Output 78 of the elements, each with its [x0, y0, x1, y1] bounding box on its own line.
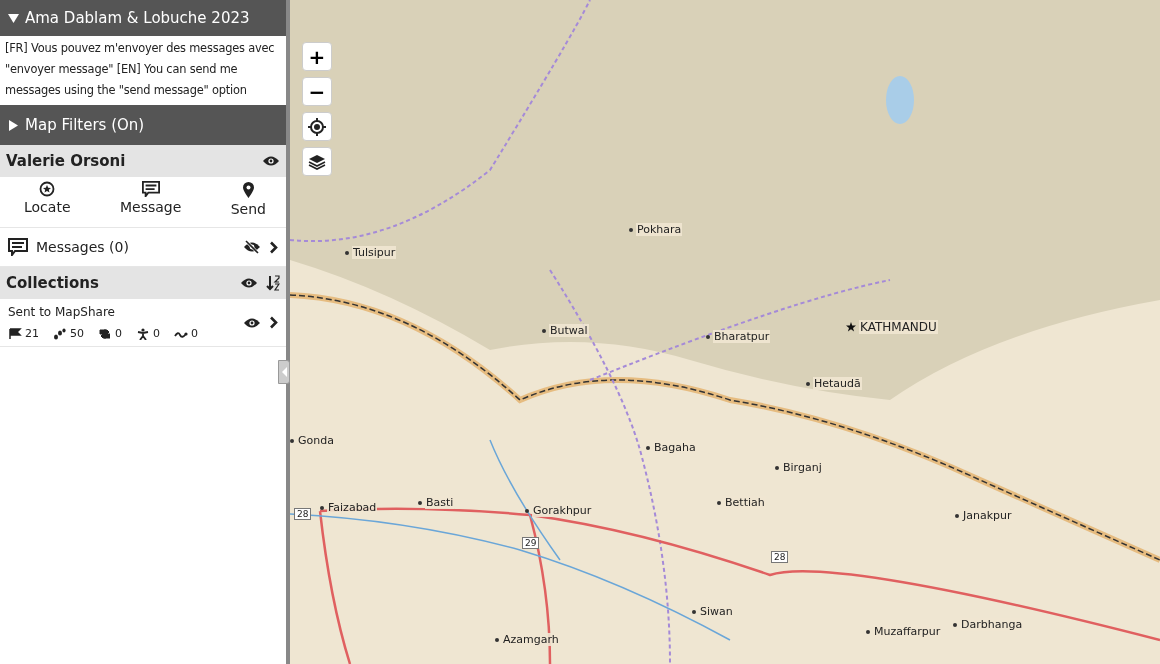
town-dot-icon: [706, 334, 710, 339]
map-filters-header[interactable]: Map Filters (On): [0, 105, 286, 145]
trip-header[interactable]: Ama Dablam & Lobuche 2023: [0, 0, 286, 36]
place-label: Pokhara: [636, 223, 683, 236]
place-label: Tulsipur: [352, 246, 397, 259]
chat-icon: [8, 238, 28, 256]
town-dot-icon: [345, 250, 349, 255]
place-label: Gorakhpur: [532, 504, 593, 517]
message-action[interactable]: Message: [119, 181, 182, 223]
sort-icon[interactable]: [266, 275, 280, 291]
triangle-down-icon: [8, 12, 19, 24]
layers-button[interactable]: [302, 147, 332, 176]
place-label: Darbhanga: [960, 618, 1024, 631]
town-dot-icon: [717, 500, 721, 505]
send-action[interactable]: Send: [230, 181, 266, 223]
road-shield: 29: [522, 537, 540, 549]
place-label: Bagaha: [653, 441, 697, 454]
star-circle-icon: [39, 181, 56, 197]
place-label: Basti: [425, 496, 455, 509]
eye-icon[interactable]: [243, 316, 261, 329]
town-dot-icon: [955, 513, 959, 518]
place-label: Azamgarh: [502, 633, 560, 646]
footprints-icon: [53, 327, 67, 340]
info-message: [FR] Vous pouvez m'envoyer des messages avec "envoyer message" [EN] You can send me messages using the "send message" option: [4, 40, 276, 99]
count-label: 0: [136, 327, 160, 340]
place-label: Birganj: [782, 461, 823, 474]
star-icon: [846, 322, 856, 332]
town-dot-icon: [525, 508, 529, 513]
count-label: 21: [8, 327, 39, 340]
collections-title: Collections: [6, 274, 99, 292]
town-dot-icon: [290, 438, 294, 443]
eye-icon[interactable]: [240, 277, 258, 289]
zoom-in-button[interactable]: +: [302, 42, 332, 71]
road-shield: 28: [771, 551, 789, 563]
zoom-out-button[interactable]: −: [302, 77, 332, 106]
messages-label[interactable]: Messages (0): [36, 239, 129, 255]
town-dot-icon: [806, 381, 810, 386]
town-dot-icon: [542, 328, 546, 333]
town-dot-icon: [418, 500, 422, 505]
town-dot-icon: [866, 629, 870, 634]
town-dot-icon: [320, 505, 324, 510]
place-label: Gonda: [297, 434, 335, 447]
locate-button[interactable]: [302, 112, 332, 141]
eye-slash-icon[interactable]: [243, 240, 261, 254]
crosshair-icon: [308, 117, 326, 136]
locate-action[interactable]: Locate: [24, 181, 71, 223]
place-label: Bharatpur: [713, 330, 771, 343]
place-label: Faizabad: [327, 501, 378, 514]
count-label: 50: [53, 327, 84, 340]
place-label: Butwal: [549, 324, 589, 337]
collapse-tab[interactable]: [278, 360, 290, 384]
town-dot-icon: [629, 227, 633, 232]
place-label: Bettiah: [724, 496, 766, 509]
flag-icon: [8, 327, 22, 340]
user-name: Valerie Orsoni: [6, 152, 126, 170]
place-label: Hetaudā: [813, 377, 862, 390]
town-dot-icon: [646, 445, 650, 450]
map-pin-icon: [241, 181, 255, 199]
chevron-right-icon[interactable]: [269, 240, 278, 254]
chat-icon: [141, 181, 160, 198]
collection-name[interactable]: Sent to MapShare: [8, 305, 198, 319]
town-dot-icon: [692, 609, 696, 614]
person-icon: [136, 327, 150, 340]
count-label: 0: [174, 327, 198, 340]
count-label: 0: [98, 327, 122, 340]
layers-icon: [308, 153, 326, 170]
place-label: Janakpur: [962, 509, 1013, 522]
triangle-right-icon: [8, 119, 19, 131]
town-dot-icon: [495, 637, 499, 642]
place-label: Siwan: [699, 605, 734, 618]
caret-left-icon: [280, 366, 288, 378]
town-dot-icon: [953, 622, 957, 627]
road-shield: 28: [294, 508, 312, 520]
place-label: KATHMANDU: [859, 320, 938, 334]
town-dot-icon: [775, 465, 779, 470]
eye-icon[interactable]: [262, 155, 280, 167]
place-label: Muzaffarpur: [873, 625, 942, 638]
chevron-right-icon[interactable]: [269, 316, 278, 329]
